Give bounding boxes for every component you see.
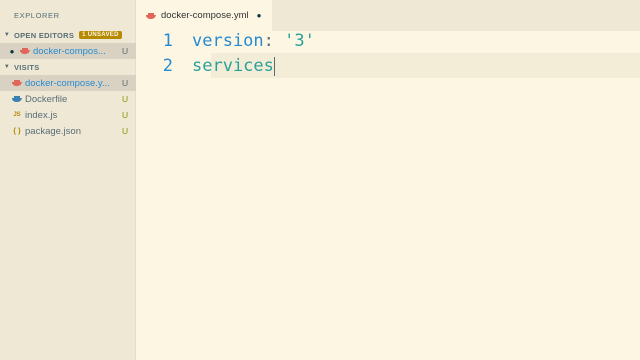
visits-label: VISITS	[14, 62, 40, 72]
git-status-badge: U	[122, 78, 129, 88]
docker-icon	[10, 95, 24, 103]
unsaved-dot-icon[interactable]: ●	[257, 11, 262, 20]
docker-icon	[18, 47, 32, 55]
docker-icon	[10, 79, 24, 87]
file-item-index-js[interactable]: JS index.js U	[0, 107, 136, 123]
yaml-string: '3'	[284, 31, 315, 51]
open-editors-header[interactable]: ▼ OPEN EDITORS 1 UNSAVED	[0, 28, 136, 42]
yaml-colon: :	[263, 31, 274, 51]
line-number: 1	[162, 31, 173, 51]
tab-label: docker-compose.yml	[161, 10, 249, 21]
git-status-badge: U	[122, 46, 129, 56]
file-name: package.json	[25, 125, 81, 137]
docker-icon	[144, 12, 158, 20]
yaml-key: version	[192, 31, 264, 51]
open-editor-item[interactable]: ● docker-compos... U	[0, 43, 136, 59]
tab-docker-compose[interactable]: docker-compose.yml ●	[136, 0, 272, 31]
open-editors-label: OPEN EDITORS	[14, 30, 75, 40]
tab-bar: docker-compose.yml ●	[136, 0, 640, 31]
code-editor[interactable]: 1 version: '3' 2 services	[136, 31, 640, 360]
git-status-badge: U	[122, 126, 129, 136]
code-text[interactable]: services	[192, 56, 275, 76]
git-status-badge: U	[122, 94, 129, 104]
git-status-badge: U	[122, 110, 129, 120]
chevron-down-icon: ▼	[3, 64, 11, 70]
code-line[interactable]: 2 services	[136, 54, 275, 78]
unsaved-badge: 1 UNSAVED	[79, 31, 122, 39]
file-item-dockerfile[interactable]: Dockerfile U	[0, 91, 136, 107]
code-text[interactable]: version: '3'	[192, 31, 315, 51]
file-name: Dockerfile	[25, 93, 68, 105]
current-line-highlight	[211, 53, 640, 78]
code-line[interactable]: 1 version: '3'	[136, 29, 315, 53]
yaml-word: services	[192, 56, 274, 76]
file-name: docker-compose.y...	[25, 77, 110, 89]
json-icon: { }	[13, 127, 21, 135]
file-name: index.js	[25, 109, 58, 121]
file-item-package-json[interactable]: { } package.json U	[0, 123, 136, 139]
js-icon: JS	[13, 112, 21, 118]
visits-header[interactable]: ▼ VISITS	[0, 60, 136, 74]
unsaved-dot-icon[interactable]: ●	[0, 47, 18, 56]
explorer-title: EXPLORER	[14, 11, 60, 20]
chevron-down-icon: ▼	[3, 32, 11, 38]
file-item-docker-compose[interactable]: docker-compose.y... U	[0, 75, 136, 91]
open-editor-name: docker-compos...	[33, 45, 106, 57]
text-cursor	[273, 56, 275, 76]
line-number: 2	[162, 56, 173, 76]
explorer-sidebar: EXPLORER ▼ OPEN EDITORS 1 UNSAVED ● dock…	[0, 0, 136, 360]
